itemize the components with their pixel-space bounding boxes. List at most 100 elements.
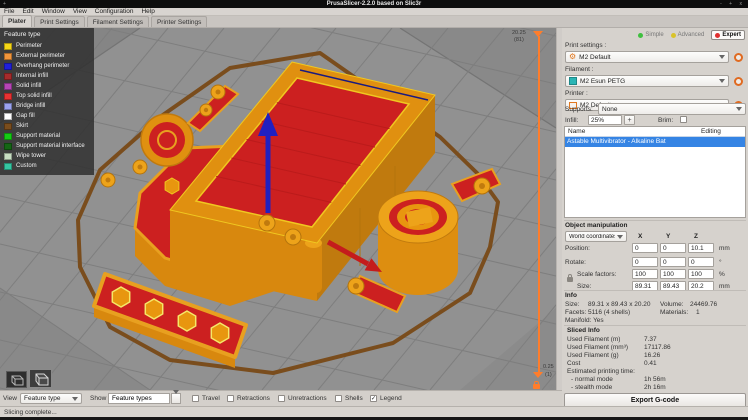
object-row-selected[interactable]: Astable Multivibrator - Alkaline Bat xyxy=(565,137,745,147)
used-filament-m-value: 7.37 xyxy=(644,336,657,343)
legend-checkbox[interactable]: ✓ xyxy=(370,395,377,402)
preview-view-button[interactable] xyxy=(29,369,52,388)
show-combo-input[interactable] xyxy=(108,393,170,404)
legend-item: Support material xyxy=(4,131,90,141)
legend-title: Feature type xyxy=(4,31,41,38)
mode-selector: Simple Advanced Expert xyxy=(633,30,745,40)
gcode-preview-viewport[interactable]: Feature type Perimeter External perimete… xyxy=(0,28,556,390)
infill-label: Infill: xyxy=(565,117,579,124)
print-settings-label: Print settings : xyxy=(565,42,607,49)
legend-item: Skirt xyxy=(4,121,90,131)
brim-checkbox[interactable] xyxy=(680,116,687,123)
travel-label: Travel xyxy=(202,395,220,402)
tab-printer-settings[interactable]: Printer Settings xyxy=(150,16,208,27)
travel-checkbox[interactable] xyxy=(192,395,199,402)
uniform-scale-lock-icon[interactable] xyxy=(567,274,573,282)
coordinates-combo[interactable]: World coordinates xyxy=(565,231,627,242)
legend-item: Gap fill xyxy=(4,111,90,121)
window-controls[interactable]: - + x xyxy=(720,1,745,7)
chevron-down-icon xyxy=(173,390,179,401)
info-volume-label: Volume: xyxy=(660,301,684,308)
axis-x-header: X xyxy=(638,233,643,240)
print-settings-detach-button[interactable] xyxy=(734,53,743,62)
title-bar: + PrusaSlicer-2.2.0 based on Slic3r - + … xyxy=(0,0,748,8)
menu-view[interactable]: View xyxy=(69,8,91,15)
scale-x-input[interactable] xyxy=(632,269,658,279)
legend-item: Perimeter xyxy=(4,41,90,51)
menu-edit[interactable]: Edit xyxy=(18,8,37,15)
layer-slider-top-layer: (81) xyxy=(514,37,524,43)
mode-advanced[interactable]: Advanced xyxy=(670,32,704,38)
info-size-value: 89.31 x 89.43 x 20.20 xyxy=(588,301,651,308)
editor-view-button[interactable] xyxy=(6,371,27,388)
info-facets-label: Facets: xyxy=(565,309,587,316)
filament-combo[interactable]: M2 Esun PETG xyxy=(565,75,729,87)
retractions-checkbox[interactable] xyxy=(227,395,234,402)
legend-item: Overhang perimeter xyxy=(4,61,90,71)
cost-label: Cost xyxy=(567,360,581,367)
tab-print-settings[interactable]: Print Settings xyxy=(34,16,85,27)
column-name: Name xyxy=(568,128,586,135)
position-label: Position: xyxy=(565,245,590,252)
position-y-input[interactable] xyxy=(660,243,686,253)
view-combo[interactable]: Feature type xyxy=(20,393,82,404)
info-facets-value: 5116 (4 shells) xyxy=(588,309,631,316)
menu-file[interactable]: File xyxy=(0,8,18,15)
menu-help[interactable]: Help xyxy=(137,8,158,15)
legend-item: Top solid infill xyxy=(4,91,90,101)
used-filament-mm3-value: 17117.86 xyxy=(644,344,671,351)
cost-value: 0.41 xyxy=(644,360,657,367)
info-volume-value: 24469.76 xyxy=(690,301,718,308)
layer-range-lock-icon[interactable] xyxy=(533,381,540,389)
info-manifold: Manifold: Yes xyxy=(565,317,604,324)
swatch-bridge-infill xyxy=(4,102,12,110)
chevron-down-icon xyxy=(72,396,78,401)
filament-label: Filament : xyxy=(565,66,594,73)
stealth-mode-label: - stealth mode xyxy=(571,384,613,391)
menu-configuration[interactable]: Configuration xyxy=(91,8,138,15)
layer-slider-top-value: 20.25 xyxy=(512,30,526,36)
position-x-input[interactable] xyxy=(632,243,658,253)
filament-detach-button[interactable] xyxy=(734,77,743,86)
show-combo-dropdown-button[interactable] xyxy=(171,390,181,404)
legend-item: Bridge infill xyxy=(4,101,90,111)
swatch-overhang-perimeter xyxy=(4,62,12,70)
rotate-x-input[interactable] xyxy=(632,257,658,267)
swatch-skirt xyxy=(4,122,12,130)
legend-label: Legend xyxy=(380,395,402,402)
shells-checkbox[interactable] xyxy=(335,395,342,402)
chevron-down-icon xyxy=(736,107,742,111)
prusaslicer-window: + PrusaSlicer-2.2.0 based on Slic3r - + … xyxy=(0,0,748,420)
tab-filament-settings[interactable]: Filament Settings xyxy=(86,16,149,27)
layer-slider-top-handle[interactable] xyxy=(533,31,543,37)
unretractions-checkbox[interactable] xyxy=(278,395,285,402)
supports-label: Supports: xyxy=(565,106,593,113)
mode-simple[interactable]: Simple xyxy=(638,32,664,38)
infill-stepper[interactable]: + xyxy=(624,115,635,125)
print-settings-combo[interactable]: ⚙ M2 Default xyxy=(565,51,729,63)
swatch-internal-infill xyxy=(4,72,12,80)
layer-slider-bottom-handle[interactable] xyxy=(533,372,543,378)
rotate-y-input[interactable] xyxy=(660,257,686,267)
size-unit: mm xyxy=(719,283,730,290)
tab-plater[interactable]: Plater xyxy=(2,15,33,27)
position-z-input[interactable] xyxy=(688,243,714,253)
view-label: View xyxy=(3,395,17,402)
mode-expert[interactable]: Expert xyxy=(711,30,745,40)
legend-item: Support material interface xyxy=(4,141,90,151)
swatch-top-solid-infill xyxy=(4,92,12,100)
show-label: Show xyxy=(90,395,107,402)
menu-window[interactable]: Window xyxy=(38,8,69,15)
used-filament-mm3-label: Used Filament (mm³) xyxy=(567,344,629,351)
supports-combo[interactable]: None xyxy=(598,103,746,115)
scale-z-input[interactable] xyxy=(688,269,714,279)
advanced-dot-icon xyxy=(670,32,676,38)
column-editing: Editing xyxy=(701,128,721,135)
rotate-z-input[interactable] xyxy=(688,257,714,267)
layer-slider-track[interactable] xyxy=(538,36,540,374)
chevron-down-icon xyxy=(719,55,725,59)
scale-y-input[interactable] xyxy=(660,269,686,279)
axis-z-header: Z xyxy=(694,233,698,240)
swatch-external-perimeter xyxy=(4,52,12,60)
infill-input[interactable] xyxy=(588,115,622,125)
